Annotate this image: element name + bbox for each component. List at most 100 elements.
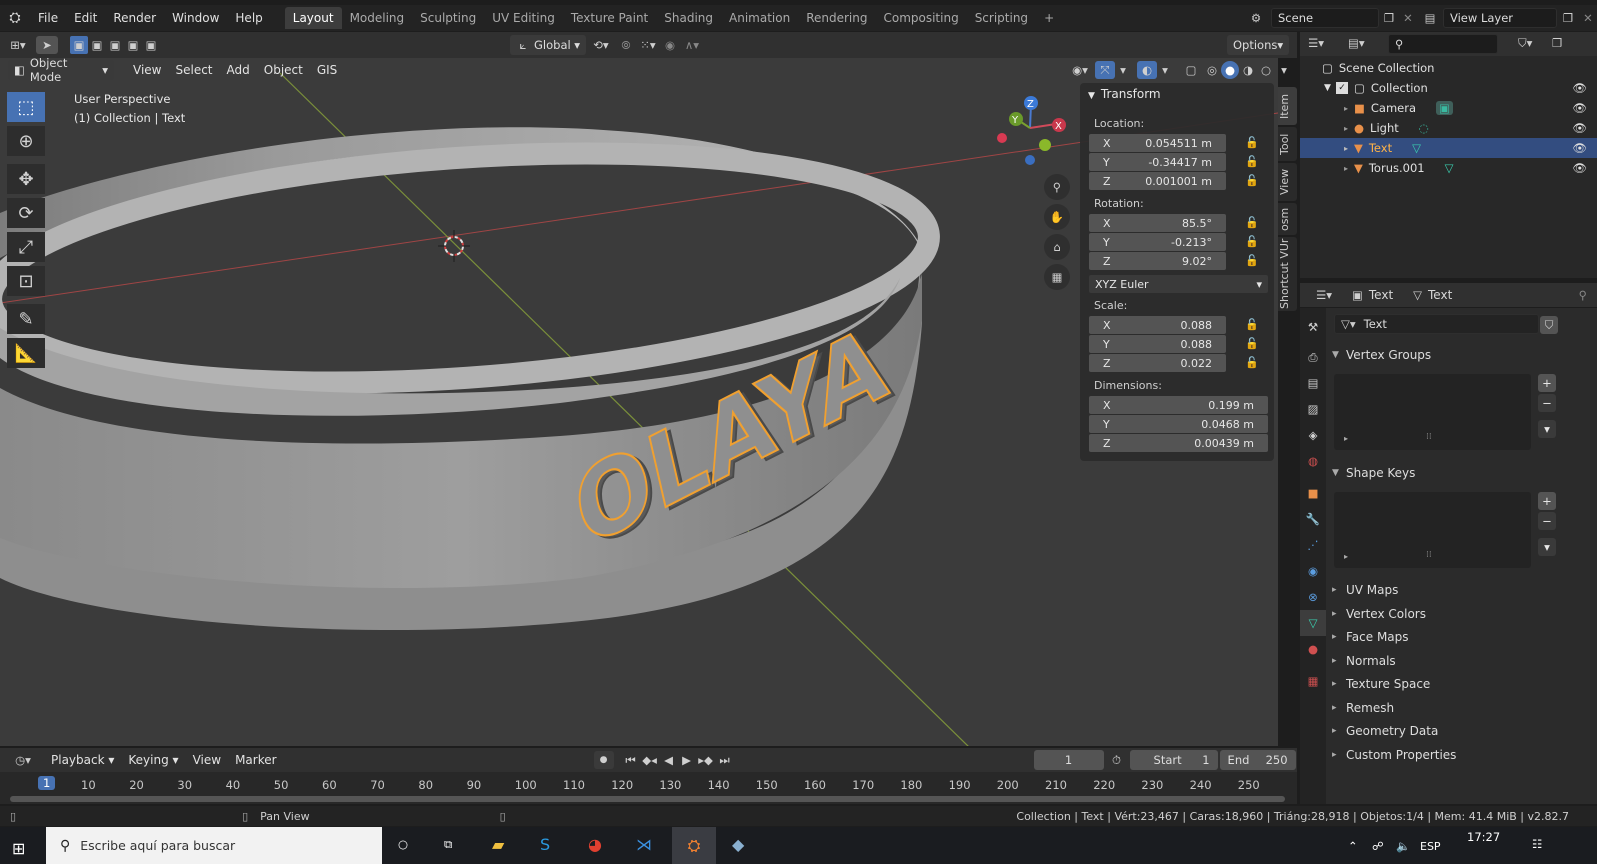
constraints-tab-icon[interactable]: ⊗ [1300,584,1326,610]
tray-chevron-icon[interactable]: ⌃ [1348,839,1358,853]
expand-icon[interactable]: ▸ [1344,552,1348,561]
3d-cursor[interactable] [438,230,470,262]
select-box-intersect-icon[interactable]: ▣ [142,38,160,52]
view-layer-field[interactable]: View Layer [1443,8,1557,28]
shading-solid-icon[interactable]: ● [1221,61,1239,79]
shape-keys-list[interactable]: ▸ ⁞⁞ [1334,492,1531,568]
lock-icon[interactable]: 🔓 [1245,174,1261,188]
select-box-extend-icon[interactable]: ▣ [88,38,106,52]
vertex-group-menu-button[interactable]: ▾ [1538,420,1556,438]
mesh-data-selector[interactable]: ▽▾ Text [1334,314,1539,334]
expand-icon[interactable]: ▸ [1344,144,1354,153]
eye-icon[interactable]: 👁 [1572,101,1587,115]
resize-handle-icon[interactable]: ⁞⁞ [1426,432,1432,442]
lock-icon[interactable]: 🔓 [1245,136,1261,150]
scene-icon[interactable]: ⚙ [1241,11,1271,25]
menu-timeline-view[interactable]: View [186,753,228,767]
current-frame-marker[interactable]: 1 [38,776,56,790]
add-shape-key-button[interactable]: + [1538,492,1556,510]
lock-icon[interactable]: 🔓 [1245,254,1261,268]
render-tab-icon[interactable]: ⎙ [1300,344,1326,370]
menu-view[interactable]: View [126,63,168,77]
language-indicator[interactable]: ESP [1420,840,1441,853]
new-scene-icon[interactable]: ❐ [1379,11,1399,25]
transform-tool-icon[interactable]: ⊡ [7,266,45,296]
tab-texture-paint[interactable]: Texture Paint [563,7,656,29]
location-x-field[interactable]: X 0.054511 m [1089,134,1226,152]
rotation-x-field[interactable]: X 85.5° [1089,214,1226,232]
scene-field[interactable]: Scene [1271,8,1379,28]
outliner-search-input[interactable]: ⚲ [1388,34,1498,54]
fake-user-icon[interactable]: ⛉ [1540,316,1558,334]
options-dropdown[interactable]: Options ▾ [1227,35,1289,55]
dimension-x-field[interactable]: X 0.199 m [1089,396,1268,414]
lock-icon[interactable]: 🔓 [1245,216,1261,230]
view-layer-icon[interactable]: ▤ [1417,11,1443,25]
zoom-icon[interactable]: ⚲ [1044,174,1070,200]
move-tool-icon[interactable]: ✥ [7,164,45,194]
physics-tab-icon[interactable]: ◉ [1300,558,1326,584]
network-icon[interactable]: ☍ [1372,839,1384,853]
pan-hand-icon[interactable]: ✋ [1044,204,1070,230]
grid-ortho-icon[interactable]: ▦ [1044,264,1070,290]
material-tab-icon[interactable]: ● [1300,636,1326,662]
menu-keying[interactable]: Keying ▾ [121,753,185,767]
modifier-tab-icon[interactable]: 🔧 [1300,506,1326,532]
menu-object[interactable]: Object [257,63,310,77]
mode-dropdown[interactable]: ◧ Object Mode ▾ [8,56,114,84]
jump-start-icon[interactable]: ⏮ [622,753,640,768]
world-tab-icon[interactable]: ◍ [1300,448,1326,474]
particles-tab-icon[interactable]: ⋰ [1300,532,1326,558]
menu-marker[interactable]: Marker [228,753,283,767]
pivot-point-icon[interactable]: ⟲▾ [586,38,616,52]
shading-wireframe-icon[interactable]: ◎ [1203,63,1221,77]
tab-shortcut-vur[interactable]: Shortcut VUr [1278,237,1297,311]
cursor-tool-icon[interactable]: ⊕ [7,126,45,156]
timeline-scrollbar[interactable] [10,796,1285,802]
rotation-y-field[interactable]: Y -0.213° [1089,233,1226,251]
eye-icon[interactable]: 👁 [1572,121,1587,135]
outliner-item-torus[interactable]: ▸ ▼ Torus.001 ▽ 👁 [1300,158,1597,178]
tab-item[interactable]: Item [1278,87,1297,125]
new-view-layer-icon[interactable]: ❐ [1557,11,1579,25]
menu-select[interactable]: Select [168,63,219,77]
notifications-icon[interactable]: ☷ [1532,837,1542,851]
menu-render[interactable]: Render [105,11,164,25]
current-frame-field[interactable]: 1 [1033,750,1104,770]
menu-playback[interactable]: Playback ▾ [44,753,121,767]
section-texture-space[interactable]: ▸ Texture Space [1332,673,1597,695]
object-tab-icon[interactable]: ■ [1300,480,1326,506]
tab-scripting[interactable]: Scripting [967,7,1036,29]
tab-modeling[interactable]: Modeling [342,7,413,29]
expand-icon[interactable]: ▼ [1324,83,1336,93]
tab-animation[interactable]: Animation [721,7,798,29]
vertex-groups-list[interactable]: ▸ ⁞⁞ [1334,374,1531,450]
mesh-data-tab-icon[interactable]: ▽ [1300,610,1326,636]
scale-y-field[interactable]: Y 0.088 [1089,335,1226,353]
prev-keyframe-icon[interactable]: ◆◂ [640,753,660,767]
eye-icon[interactable]: 👁 [1572,161,1587,175]
new-collection-icon[interactable]: ❐ [1552,36,1562,50]
tab-osm[interactable]: osm [1278,203,1297,235]
end-frame-field[interactable]: End 250 [1219,750,1296,770]
menu-window[interactable]: Window [164,11,227,25]
eye-icon[interactable]: 👁 [1572,141,1587,155]
breadcrumb-data[interactable]: Text [1428,288,1452,302]
tool-tab-icon[interactable]: ⚒ [1300,314,1326,340]
lock-icon[interactable]: 🔓 [1245,235,1261,249]
jump-end-icon[interactable]: ⏭ [716,753,734,768]
menu-edit[interactable]: Edit [66,11,105,25]
outliner-collection[interactable]: ▼ ✓ ▢ Collection 👁 [1300,78,1597,98]
navigation-gizmo[interactable]: Z X Y [997,96,1066,165]
view-layer-tab-icon[interactable]: ▨ [1300,396,1326,422]
visibility-icon[interactable]: ◉▾ [1065,63,1095,77]
scale-x-field[interactable]: X 0.088 [1089,316,1226,334]
menu-file[interactable]: File [30,11,66,25]
properties-editor-type-icon[interactable]: ☰▾ [1310,288,1338,302]
section-uv-maps[interactable]: ▸ UV Maps [1332,579,1597,601]
delete-scene-icon[interactable]: ✕ [1399,11,1417,25]
remove-shape-key-button[interactable]: − [1538,512,1556,530]
camera-view-icon[interactable]: ⌂ [1044,234,1070,260]
play-reverse-icon[interactable]: ◀ [660,753,678,767]
scene-tab-icon[interactable]: ◈ [1300,422,1326,448]
